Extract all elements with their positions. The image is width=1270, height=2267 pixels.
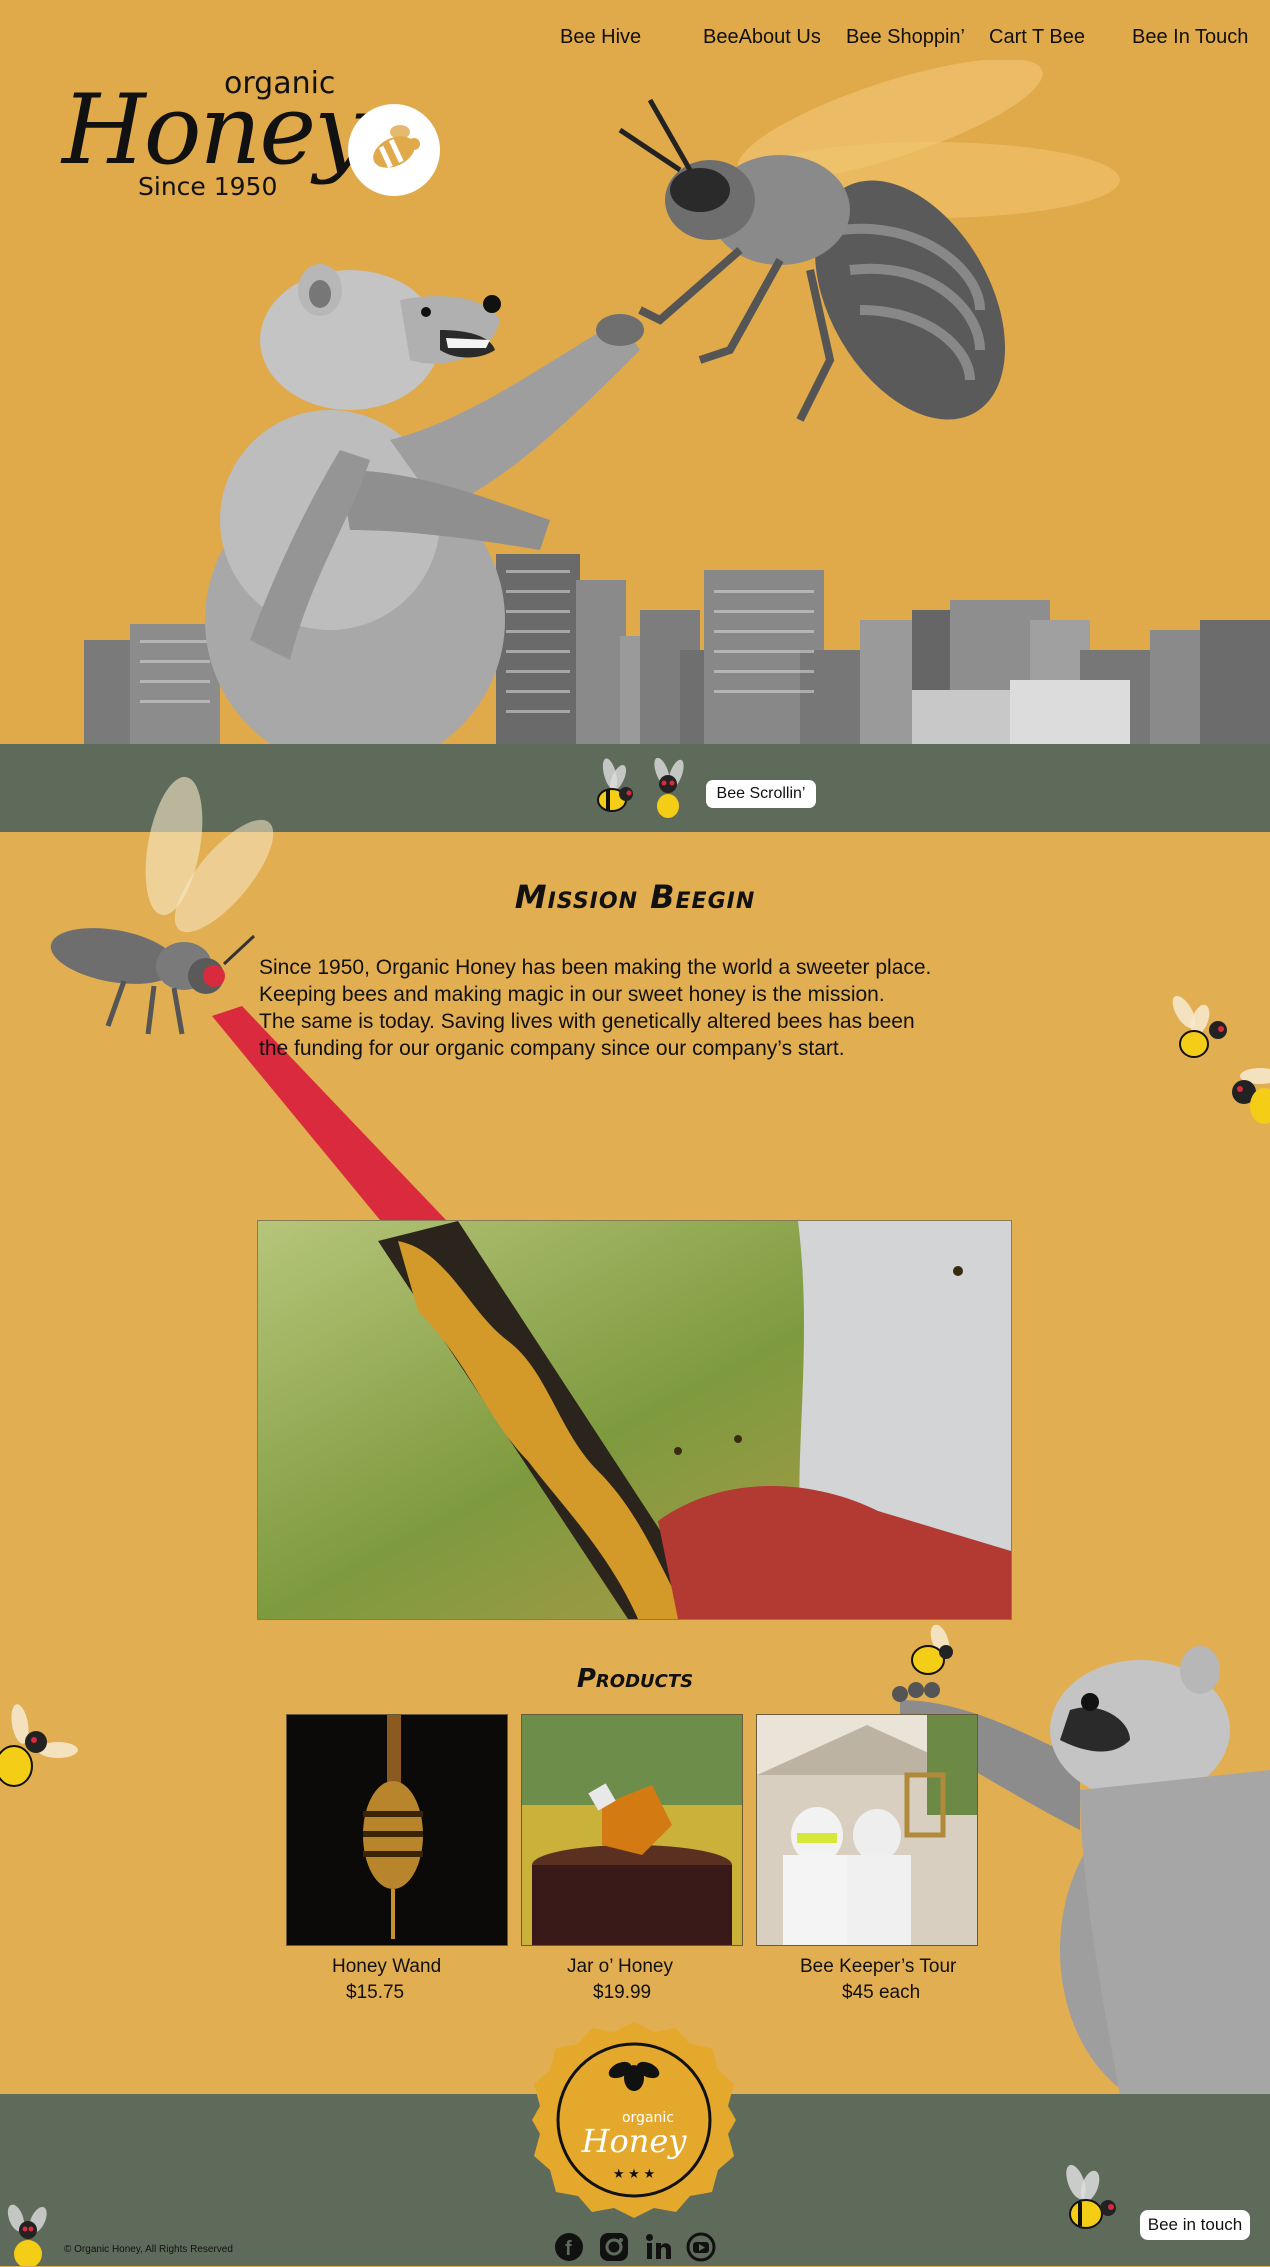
- product-name: Jar o’ Honey: [567, 1956, 673, 1977]
- giant-bee-image: [618, 60, 1120, 422]
- mission-line-2: Keeping bees and making magic in our swe…: [259, 983, 885, 1006]
- badge-honey-text: Honey: [581, 2122, 688, 2160]
- bee-keepers-photo[interactable]: [756, 1714, 978, 1946]
- logo-honey-text: Honey: [62, 74, 368, 186]
- cartoon-bee-footer-right-icon: [1066, 2164, 1116, 2229]
- nav-about-us[interactable]: BeeAbout Us: [703, 26, 821, 49]
- cartoon-bee-footer-left-icon: [7, 2204, 47, 2266]
- product-price: $45 each: [842, 1982, 921, 2003]
- svg-text:f: f: [565, 2238, 572, 2260]
- bee-icon: [373, 125, 420, 168]
- mission-line-1: Since 1950, Organic Honey has been makin…: [259, 956, 932, 979]
- polar-bear-image: [205, 264, 644, 744]
- nav-contact[interactable]: Bee In Touch: [1132, 26, 1248, 49]
- scroll-button[interactable]: Bee Scrollin’: [706, 780, 816, 808]
- product-price: $15.75: [346, 1982, 405, 2003]
- youtube-icon[interactable]: [686, 2232, 716, 2262]
- copyright-text: © Organic Honey, All Rights Reserved: [64, 2244, 233, 2255]
- honeycomb-photo: [257, 1220, 1012, 1620]
- nav-shop[interactable]: Bee Shoppin’: [846, 26, 965, 49]
- honey-wand-photo[interactable]: [286, 1714, 508, 1946]
- product-price: $19.99: [593, 1982, 652, 2003]
- honeycomb-photo-art: [258, 1221, 1011, 1619]
- honey-jar-art: [522, 1715, 742, 1945]
- logo-bee-badge: [348, 104, 440, 196]
- mission-line-4: the funding for our organic company sinc…: [259, 1037, 845, 1060]
- product-card-bee-keepers-tour[interactable]: Bee Keeper’s Tour $45 each: [756, 1714, 978, 2003]
- main-nav: Bee Hive BeeAbout Us Bee Shoppin’ Cart T…: [0, 26, 1270, 56]
- facebook-icon[interactable]: f: [554, 2232, 584, 2262]
- cartoon-bees-icon: [597, 758, 684, 818]
- nav-bee-hive[interactable]: Bee Hive: [560, 26, 641, 49]
- bee-in-touch-button[interactable]: Bee in touch: [1140, 2210, 1250, 2240]
- badge-stars-icon: ★ ★ ★: [613, 2166, 655, 2181]
- linkedin-icon[interactable]: [644, 2232, 674, 2262]
- bee-keepers-art: [757, 1715, 977, 1945]
- cartoon-bee-left-icon: [0, 1704, 78, 1787]
- mission-title: Mission Beegin: [514, 878, 756, 916]
- mission-line-3: The same is today. Saving lives with gen…: [259, 1010, 915, 1033]
- product-card-jar-o-honey[interactable]: Jar o’ Honey $19.99: [521, 1714, 743, 2003]
- site-logo[interactable]: organic Honey Since 1950: [62, 60, 442, 210]
- nav-cart[interactable]: Cart T Bee: [989, 26, 1085, 49]
- logo-since-text: Since 1950: [138, 172, 278, 201]
- product-card-honey-wand[interactable]: Honey Wand $15.75: [286, 1714, 508, 2003]
- product-name: Bee Keeper’s Tour: [800, 1956, 957, 1977]
- hero-section: Bee Hive BeeAbout Us Bee Shoppin’ Cart T…: [0, 0, 1270, 744]
- organic-honey-badge: organic Honey ★ ★ ★: [532, 2022, 736, 2218]
- cartoon-bees-right-icon: [1172, 995, 1270, 1124]
- instagram-icon[interactable]: [599, 2232, 629, 2262]
- honey-wand-art: [287, 1715, 507, 1945]
- product-name: Honey Wand: [332, 1956, 442, 1977]
- honey-jar-photo[interactable]: [521, 1714, 743, 1946]
- mission-text: Since 1950, Organic Honey has been makin…: [259, 954, 1039, 1062]
